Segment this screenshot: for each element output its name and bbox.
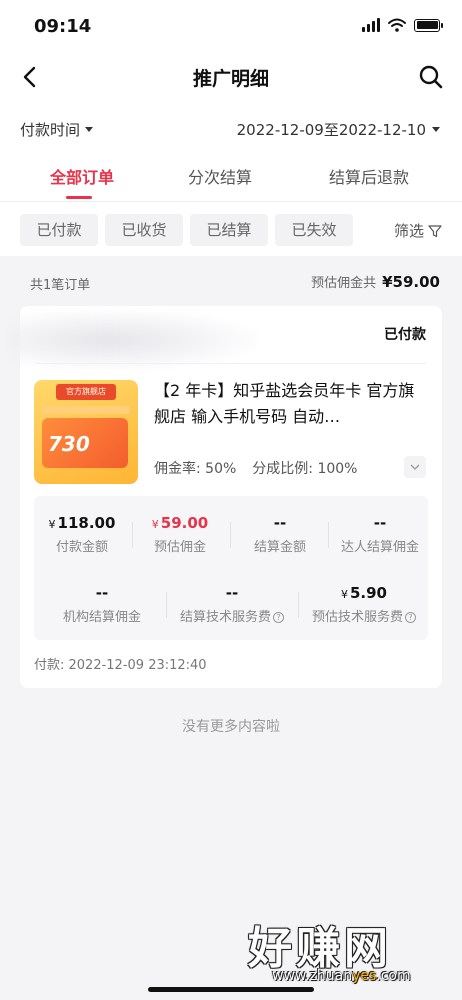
stat-settled-service-fee: -- 结算技术服务费? [170,584,294,625]
chevron-down-icon [410,464,420,470]
estimated-commission-label: 预估佣金共 [311,276,377,291]
stat-influencer-commission: -- 达人结算佣金 [340,514,419,555]
tab-installment[interactable]: 分次结算 [188,164,252,188]
watermark-url: www.zhuanyes.com [272,968,411,984]
watermark-title: 好赚网 [248,923,392,974]
tab-active-indicator [66,196,92,199]
product-rates: 佣金率: 50% 分成比例: 100% [154,458,358,478]
stat-agency-commission: -- 机构结算佣金 [62,584,141,625]
blurred-shop-info [8,310,258,370]
date-range-dropdown[interactable]: 2022-12-09至2022-12-10 [237,119,440,140]
caret-down-icon [432,127,440,132]
nav-bar: 推广明细 [0,52,462,104]
estimated-commission-amount: ¥59.00 [382,273,440,291]
order-card[interactable]: 已付款 官方旗舰店 730 【2 年卡】知乎盐选会员年卡 官方旗舰店 输入手机号… [8,306,442,688]
filter-button-label: 筛选 [393,222,424,240]
tab-all-orders[interactable]: 全部订单 [50,164,114,188]
stat-estimated-service-fee: ¥5.90 预估技术服务费? [302,584,426,625]
order-summary: 共1笔订单 预估佣金共 ¥59.00 [0,266,462,298]
watermark: 好赚网 www.zhuanyes.com [248,912,411,984]
tab-refund-after-settle[interactable]: 结算后退款 [329,164,409,188]
stat-estimated-commission: ¥59.00 预估佣金 [151,514,209,555]
order-status-badge: 已付款 [384,327,426,343]
stat-payment-amount: ¥118.00 付款金额 [48,514,116,555]
chip-settled[interactable]: 已结算 [190,214,268,246]
status-bar: 09:14 [0,0,462,52]
page-title: 推广明细 [192,68,269,90]
divider [36,363,426,364]
signal-icon [362,18,380,32]
chip-expired[interactable]: 已失效 [275,214,353,246]
time-filter-dropdown[interactable]: 付款时间 [20,119,94,140]
filter-button[interactable]: 筛选 [394,220,442,241]
filter-row: 付款时间 2022-12-09至2022-12-10 [0,104,462,154]
chip-received[interactable]: 已收货 [105,214,183,246]
order-tabs: 全部订单 分次结算 结算后退款 [0,154,462,202]
home-indicator[interactable] [148,987,314,992]
stat-settlement-amount: -- 结算金额 [253,514,306,555]
estimated-commission-total: 预估佣金共 ¥59.00 [311,272,440,291]
status-chips: 已付款 已收货 已结算 已失效 筛选 [0,202,462,256]
product-title[interactable]: 【2 年卡】知乎盐选会员年卡 官方旗舰店 输入手机号码 自动… [154,378,426,430]
caret-down-icon [85,127,94,132]
help-icon[interactable]: ? [273,612,284,623]
product-image-banner: 官方旗舰店 [56,384,116,400]
product-image-number: 730 [48,432,90,456]
help-icon[interactable]: ? [405,612,416,623]
status-icons [362,18,443,32]
order-stats: ¥118.00 付款金额 ¥59.00 预估佣金 -- 结算金额 -- 达人结算… [34,496,428,640]
order-count: 共1笔订单 [30,278,91,293]
product-image[interactable]: 官方旗舰店 730 [34,380,138,484]
expand-button[interactable] [404,456,426,478]
status-time: 09:14 [34,16,92,37]
share-ratio: 分成比例: 100% [252,461,358,477]
chip-paid[interactable]: 已付款 [20,214,98,246]
battery-icon [414,18,443,32]
funnel-icon [428,224,442,237]
no-more-content: 没有更多内容啦 [182,719,280,735]
date-range-label: 2022-12-09至2022-12-10 [236,121,426,139]
time-filter-label: 付款时间 [20,121,81,139]
search-icon[interactable] [416,62,446,92]
commission-rate: 佣金率: 50% [154,461,237,477]
payment-time: 付款: 2022-12-09 23:12:40 [34,658,207,673]
wifi-icon [388,18,406,32]
